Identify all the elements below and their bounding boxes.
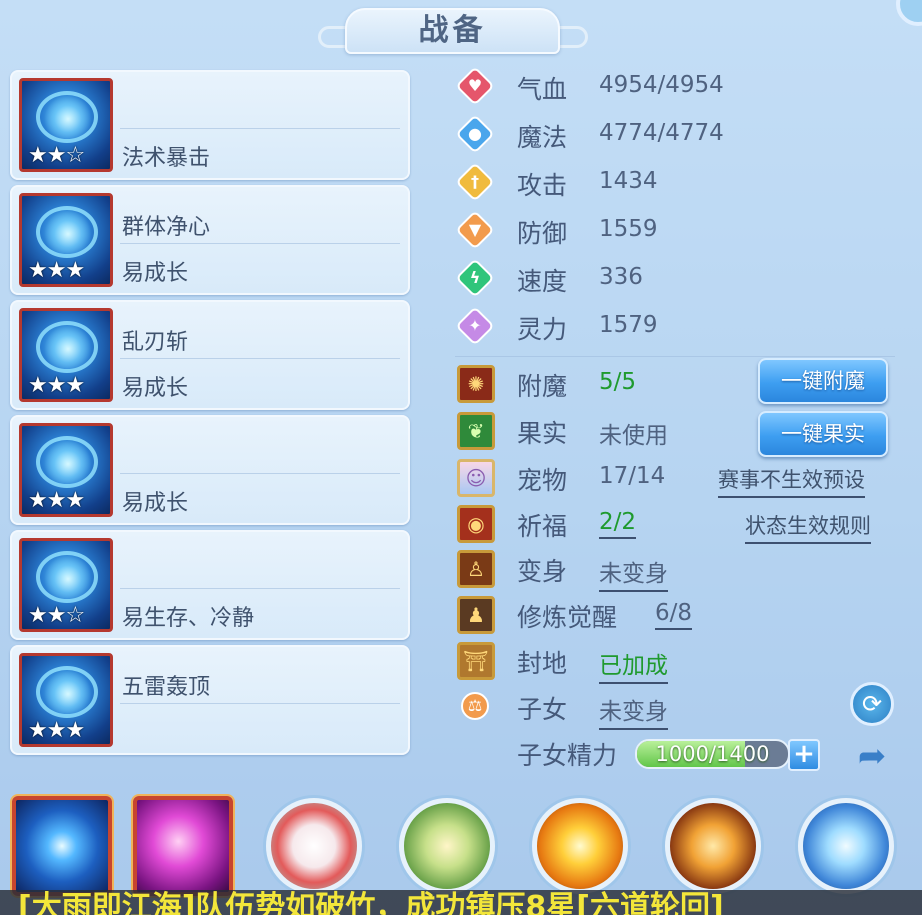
crystal-crown-icon: ★★★ (19, 193, 113, 287)
stat-label: 魔法 (517, 123, 568, 152)
divider (120, 358, 400, 359)
sword-icon: † (455, 162, 495, 202)
skill-card[interactable]: ★★★ 易成长 (10, 415, 410, 525)
energy-text: 1000/1400 (655, 742, 770, 766)
skill-stars: ★★★ (28, 718, 85, 743)
thunder-gem-icon: ★★★ (19, 653, 113, 747)
status-rules-link[interactable]: 状态生效规则 (745, 510, 871, 544)
cultivation-value[interactable]: 6/8 (655, 600, 693, 630)
add-energy-button[interactable]: + (788, 739, 820, 771)
stat-label: 变身 (517, 557, 568, 586)
stat-label: 祈福 (517, 512, 568, 541)
stat-label: 气血 (517, 75, 568, 104)
page-title: 战备 (345, 8, 560, 54)
skill-tag: 易成长 (122, 261, 189, 286)
enchant-icon: ✺ (457, 365, 495, 403)
fruit-value: 未使用 (599, 423, 668, 449)
blessing-orb-icon: ◉ (457, 505, 495, 543)
golden-warrior-icon[interactable] (399, 798, 495, 894)
skill-card[interactable]: ★★★ 群体净心 易成长 (10, 185, 410, 295)
match-preset-link[interactable]: 赛事不生效预设 (718, 464, 865, 498)
share-icon[interactable]: ➦ (848, 736, 896, 776)
blue-star-burst-icon[interactable] (12, 796, 112, 896)
arrow-burst-icon: ★★☆ (19, 78, 113, 172)
stat-value: 1579 (599, 312, 658, 338)
shield-helm-icon: ★★☆ (19, 538, 113, 632)
skill-stars: ★★★ (28, 258, 85, 283)
ice-dragon-icon[interactable] (798, 798, 894, 894)
marquee-text: [大雨即江海]队伍势如破竹，成功镇压8星[六道轮回] (18, 890, 724, 915)
skill-tag: 易成长 (122, 491, 189, 516)
divider (120, 588, 400, 589)
skill-tag: 法术暴击 (122, 146, 211, 171)
divider (120, 128, 400, 129)
lightning-icon: ϟ (455, 258, 495, 298)
stat-label: 附魔 (517, 372, 568, 401)
balance-scale-icon: ⚖ (461, 692, 489, 720)
stat-label: 封地 (517, 649, 568, 678)
gate-icon: ⛩ (457, 642, 495, 680)
stat-value: 1434 (599, 168, 658, 194)
stat-value: 4954/4954 (599, 72, 724, 98)
shield-icon: ▼ (455, 210, 495, 250)
leaf-icon: ❦ (457, 412, 495, 450)
skill-card[interactable]: ★★★ 乱刃斩 易成长 (10, 300, 410, 410)
stat-value: 1559 (599, 216, 658, 242)
divider (120, 243, 400, 244)
one-click-fruit-button[interactable]: 一键果实 (758, 411, 888, 457)
stat-label: 修炼觉醒 (517, 603, 618, 632)
stat-label: 宠物 (517, 466, 568, 495)
stat-label: 子女 (517, 695, 568, 724)
meditation-icon: ♟ (457, 596, 495, 634)
divider (120, 703, 400, 704)
stat-label: 防御 (517, 219, 568, 248)
skill-tag: 易成长 (122, 376, 189, 401)
enchant-value: 5/5 (599, 369, 637, 395)
children-value[interactable]: 未变身 (599, 692, 668, 730)
stat-label: 灵力 (517, 315, 568, 344)
spirit-star-icon: ✦ (455, 306, 495, 346)
mana-orb-icon: ● (455, 114, 495, 154)
stat-label: 子女精力 (517, 741, 618, 770)
stat-label: 速度 (517, 267, 568, 296)
divider (120, 473, 400, 474)
skill-name: 乱刃斩 (122, 330, 189, 355)
skill-stars: ★★☆ (28, 143, 85, 168)
pet-value: 17/14 (599, 463, 666, 489)
skill-card[interactable]: ★★☆ 易生存、冷静 (10, 530, 410, 640)
skill-name: 五雷轰顶 (122, 675, 211, 700)
skill-card[interactable]: ★★☆ 法术暴击 (10, 70, 410, 180)
broadcast-marquee: [大雨即江海]队伍势如破竹，成功镇压8星[六道轮回] (0, 890, 922, 915)
skill-stars: ★★★ (28, 488, 85, 513)
stat-value: 336 (599, 264, 643, 290)
pet-portrait-icon: ☺ (457, 459, 495, 497)
fief-value[interactable]: 已加成 (599, 646, 668, 684)
transform-figure-icon: ♙ (457, 550, 495, 588)
stat-label: 果实 (517, 419, 568, 448)
red-swirl-icon[interactable] (266, 798, 362, 894)
flame-claw-icon[interactable] (665, 798, 761, 894)
refresh-icon[interactable]: ⟳ (850, 682, 894, 726)
stat-value: 4774/4774 (599, 120, 724, 146)
stat-label: 攻击 (517, 171, 568, 200)
blade-mask-icon: ★★★ (19, 308, 113, 402)
skill-tag: 易生存、冷静 (122, 606, 255, 631)
blessing-value[interactable]: 2/2 (599, 509, 637, 539)
divider (455, 356, 895, 357)
fire-orb-icon[interactable] (532, 798, 628, 894)
skill-card[interactable]: ★★★ 五雷轰顶 (10, 645, 410, 755)
skill-stars: ★★☆ (28, 603, 85, 628)
skill-name: 群体净心 (122, 215, 211, 240)
corner-orb-icon[interactable] (896, 0, 922, 26)
transform-value[interactable]: 未变身 (599, 554, 668, 592)
purple-palm-icon[interactable] (133, 796, 233, 896)
spirit-dragon-icon: ★★★ (19, 423, 113, 517)
heart-icon: ♥ (455, 66, 495, 106)
one-click-enchant-button[interactable]: 一键附魔 (758, 358, 888, 404)
child-energy-bar: 1000/1400 (635, 739, 790, 769)
skill-stars: ★★★ (28, 373, 85, 398)
